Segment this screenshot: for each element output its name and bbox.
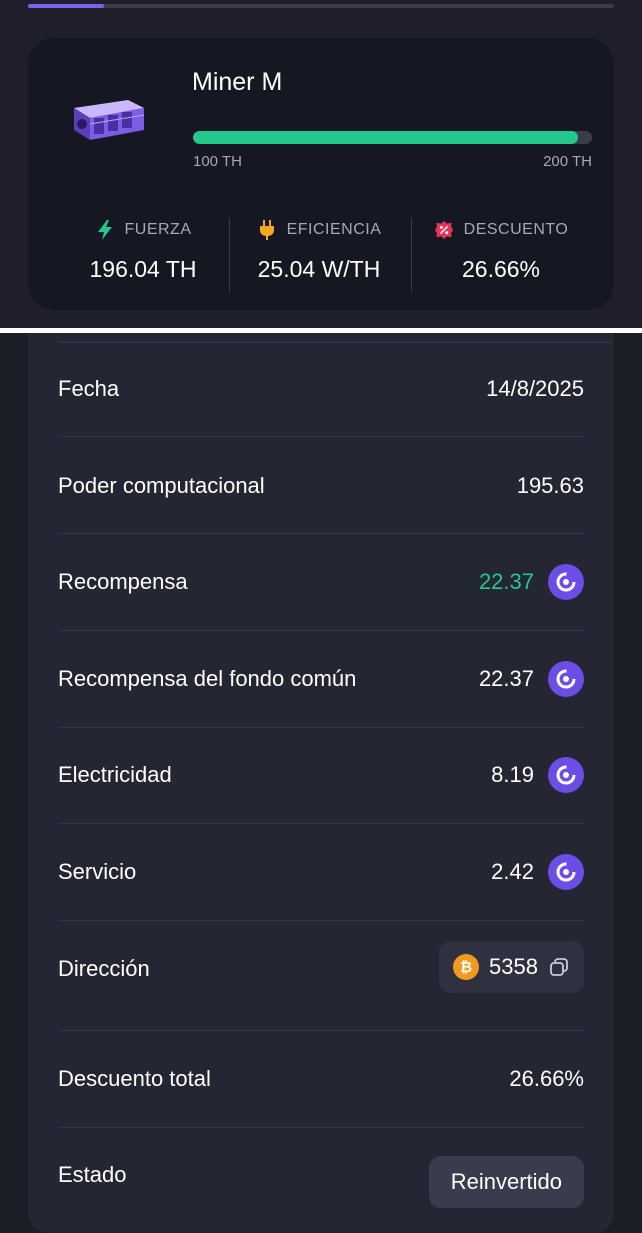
reward-details-card: Fecha 14/8/2025 Poder computacional 195.… (28, 333, 614, 1233)
row-label: Descuento total (58, 1066, 211, 1091)
stat-efficiency-label: EFICIENCIA (286, 221, 382, 238)
gomining-coin-icon (548, 757, 584, 793)
address-copy-button[interactable]: ₿ 5358 (439, 941, 584, 993)
address-value: 5358 (489, 954, 538, 979)
row-value: 2.42 (491, 854, 584, 890)
pool-reward-amount: 22.37 (478, 666, 534, 691)
range-min-label: 100 TH (193, 153, 242, 170)
row-label: Fecha (58, 376, 120, 401)
miner-summary-section: Miner M 100 TH 200 TH FUERZA 196.04 TH E… (0, 0, 642, 328)
stat-power-label: FUERZA (124, 221, 192, 238)
row-label: Poder computacional (58, 473, 265, 498)
power-range-fill (193, 131, 579, 144)
reward-amount: 22.37 (478, 569, 534, 594)
stat-power-value: 196.04 TH (89, 256, 197, 282)
service-amount: 2.42 (491, 859, 534, 884)
plug-icon (259, 220, 274, 240)
row-value: 22.37 (479, 564, 584, 600)
detail-row-status: Estado Reinvertido (58, 1148, 584, 1208)
gomining-coin-icon (548, 564, 584, 600)
row-value: 195.63 (516, 473, 584, 498)
detail-row-address: Dirección ₿ 5358 (58, 941, 584, 1011)
gomining-coin-icon (548, 854, 584, 890)
row-label: Recompensa del fondo común (58, 666, 357, 691)
row-label: Electricidad (58, 762, 172, 787)
row-divider (58, 920, 584, 921)
detail-row-service: Servicio 2.42 (58, 844, 584, 900)
row-label: Recompensa (58, 569, 188, 594)
miner-device-icon (74, 100, 145, 140)
status-badge[interactable]: Reinvertido (428, 1156, 584, 1208)
range-max-label: 200 TH (543, 153, 592, 170)
stat-discount: DESCUENTO 26.66% (410, 216, 592, 290)
lightning-icon (97, 220, 112, 240)
row-divider (58, 727, 584, 728)
top-progress-track (28, 4, 614, 8)
row-divider (58, 823, 584, 824)
row-divider (58, 1030, 584, 1031)
row-value: 22.37 (479, 661, 584, 697)
row-value: 8.19 (491, 757, 584, 793)
stat-discount-label: DESCUENTO (463, 221, 569, 238)
gomining-coin-icon (548, 661, 584, 697)
detail-row-electricity: Electricidad 8.19 (58, 747, 584, 803)
stat-discount-value: 26.66% (461, 256, 540, 282)
stat-power: FUERZA 196.04 TH (58, 216, 228, 290)
stat-efficiency: EFICIENCIA 25.04 W/TH (228, 216, 410, 290)
power-range-bar (193, 131, 592, 144)
card-top-divider (58, 341, 612, 343)
detail-row-date: Fecha 14/8/2025 (58, 361, 584, 417)
row-divider (58, 1127, 584, 1128)
row-value: 14/8/2025 (486, 376, 584, 401)
bitcoin-icon: ₿ (453, 954, 480, 980)
row-value: 26.66% (509, 1066, 584, 1091)
reward-details-section: Fecha 14/8/2025 Poder computacional 195.… (0, 333, 642, 1233)
row-label: Servicio (58, 859, 137, 884)
row-divider (58, 533, 584, 534)
detail-row-pool-reward: Recompensa del fondo común 22.37 (58, 651, 584, 707)
row-divider (58, 436, 584, 437)
miner-name: Miner M (192, 68, 283, 96)
detail-row-total-discount: Descuento total 26.66% (58, 1051, 584, 1107)
row-divider (58, 630, 584, 631)
top-progress-fill (28, 4, 105, 8)
detail-row-hashpower: Poder computacional 195.63 (58, 458, 584, 514)
copy-icon[interactable] (548, 956, 570, 978)
detail-row-reward: Recompensa 22.37 (58, 554, 584, 610)
row-label: Dirección (58, 956, 150, 981)
electricity-amount: 8.19 (491, 762, 534, 787)
stat-efficiency-value: 25.04 W/TH (257, 256, 381, 282)
discount-badge-icon (434, 220, 453, 240)
row-label: Estado (58, 1162, 127, 1187)
miner-card[interactable]: Miner M 100 TH 200 TH FUERZA 196.04 TH E… (28, 38, 614, 310)
